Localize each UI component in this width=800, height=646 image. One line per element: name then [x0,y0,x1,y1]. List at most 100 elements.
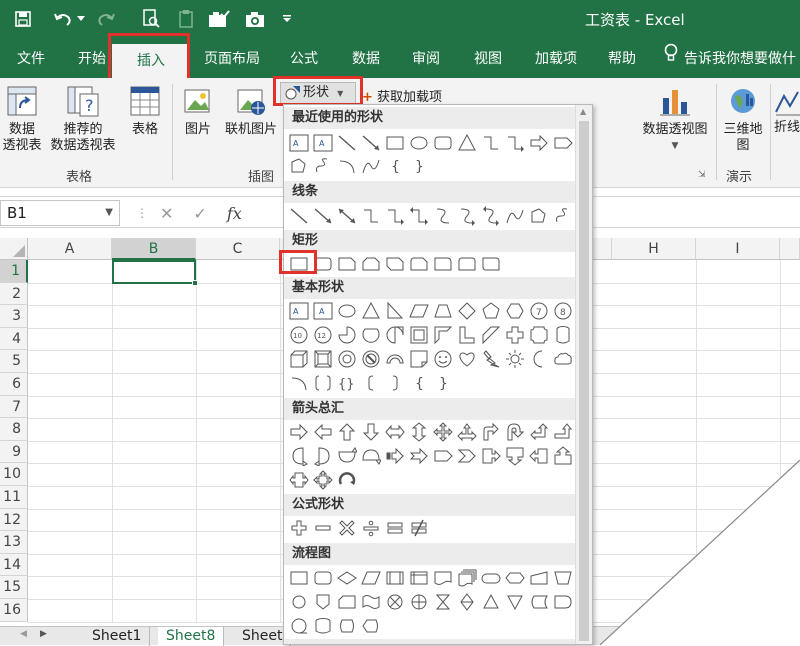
chord-shape-icon[interactable] [360,324,382,346]
name-box[interactable]: B1 ▼ [0,200,120,226]
flowchart-stored-data-shape-icon[interactable] [528,591,550,613]
row-header[interactable]: 4 [0,327,28,351]
curved-right-arrow-shape-icon[interactable] [288,445,310,467]
cancel-icon[interactable]: ✕ [160,204,173,223]
parallelogram-shape-icon[interactable] [408,300,430,322]
row-header[interactable]: 3 [0,305,28,328]
trapezoid-shape-icon[interactable] [432,300,454,322]
flowchart-multidocument-shape-icon[interactable] [456,567,478,589]
curve-shape-icon[interactable] [504,205,526,227]
right-triangle-shape-icon[interactable] [384,300,406,322]
column-header[interactable]: C [196,238,280,260]
left-bracket-shape-icon[interactable] [360,372,382,394]
name-box-dropdown-icon[interactable]: ▼ [105,201,113,225]
double-arrow-line-shape-icon[interactable] [336,205,358,227]
elbow-double-arrow-shape-icon[interactable] [408,205,430,227]
equal-shape-icon[interactable] [384,517,406,539]
left-right-up-arrow-shape-icon[interactable] [456,421,478,443]
tab-formulas[interactable]: 公式 [282,40,326,78]
rounded-rect-shape-icon[interactable] [312,253,334,275]
oval-shape-icon[interactable] [336,300,358,322]
tab-review[interactable]: 审阅 [404,40,448,78]
flowchart-direct-access-shape-icon[interactable] [336,615,358,637]
flowchart-sort-shape-icon[interactable] [456,591,478,613]
multiply-shape-icon[interactable] [336,517,358,539]
left-brace-shape-icon[interactable]: { [384,155,406,177]
elbow-connector-shape-icon[interactable] [480,132,502,154]
column-header[interactable] [780,238,800,260]
pentagon-arrow-shape-icon[interactable] [552,132,574,154]
u-turn-arrow-shape-icon[interactable] [504,421,526,443]
pivot-table-button[interactable]: 数据 透视表 [0,84,44,154]
active-cell-b1[interactable] [112,260,198,286]
vertical-textbox-shape-icon[interactable]: A [312,132,334,154]
sparkline-button[interactable]: 折线 [774,84,800,136]
flowchart-or-shape-icon[interactable] [408,591,430,613]
arc-shape-icon[interactable] [336,155,358,177]
column-header[interactable]: B [112,238,196,260]
enter-icon[interactable]: ✓ [193,204,206,223]
plaque-shape-icon[interactable] [528,324,550,346]
pentagon-shape-icon[interactable] [480,300,502,322]
curved-down-arrow-shape-icon[interactable] [360,445,382,467]
curve-shape-icon[interactable] [360,155,382,177]
flowchart-display-shape-icon[interactable] [360,615,382,637]
camera-check-icon[interactable] [208,8,230,30]
quad-arrow-shape-icon[interactable] [432,421,454,443]
flowchart-connector-shape-icon[interactable] [288,591,310,613]
column-header[interactable]: I [696,238,780,260]
sheet-tab-active[interactable]: Sheet8 [158,627,225,646]
hexagon-shape-icon[interactable] [504,300,526,322]
flowchart-data-shape-icon[interactable] [360,567,382,589]
sun-shape-icon[interactable] [504,348,526,370]
cloud-shape-icon[interactable] [552,348,574,370]
l-shape-icon[interactable] [456,324,478,346]
up-down-arrow-shape-icon[interactable] [408,421,430,443]
tab-data[interactable]: 数据 [344,40,388,78]
plus-shape-icon[interactable] [288,517,310,539]
freeform-shape-icon[interactable] [528,205,550,227]
scrollbar-thumb[interactable] [579,121,589,641]
chevron-shape-icon[interactable] [456,445,478,467]
ribbon-launcher-icon[interactable]: ⇲ [698,170,706,180]
print-preview-icon[interactable] [140,8,162,30]
flowchart-summing-junction-shape-icon[interactable] [384,591,406,613]
divide-shape-icon[interactable] [360,517,382,539]
curved-left-arrow-shape-icon[interactable] [312,445,334,467]
flowchart-offpage-connector-shape-icon[interactable] [312,591,334,613]
row-header[interactable]: 6 [0,373,28,396]
pentagon-arrow-shape-icon[interactable] [432,445,454,467]
right-arrow-shape-icon[interactable] [288,421,310,443]
sheet-prev-icon[interactable]: ◀ [20,629,27,639]
arc-shape-icon[interactable] [288,372,310,394]
row-header[interactable]: 14 [0,553,28,577]
frame-shape-icon[interactable] [408,324,430,346]
redo-icon[interactable] [95,8,117,30]
oval-shape-icon[interactable] [408,132,430,154]
tab-help[interactable]: 帮助 [600,40,644,78]
right-arrow-shape-icon[interactable] [528,132,550,154]
scribble-shape-icon[interactable] [552,205,574,227]
flowchart-predefined-process-shape-icon[interactable] [384,567,406,589]
row-header[interactable]: 15 [0,576,28,599]
flowchart-punched-tape-shape-icon[interactable] [360,591,382,613]
flowchart-alternate-process-shape-icon[interactable] [312,567,334,589]
flowchart-card-shape-icon[interactable] [336,591,358,613]
flowchart-terminator-shape-icon[interactable] [480,567,502,589]
up-arrow-callout-shape-icon[interactable] [552,445,574,467]
row-header[interactable]: 9 [0,440,28,464]
save-icon[interactable] [12,8,34,30]
round-single-corner-rect-shape-icon[interactable] [432,253,454,275]
diamond-shape-icon[interactable] [456,300,478,322]
curved-connector-shape-icon[interactable] [432,205,454,227]
select-all-corner[interactable] [0,238,28,260]
row-header[interactable]: 1 [0,260,28,283]
left-up-arrow-shape-icon[interactable] [528,421,550,443]
no-symbol-shape-icon[interactable] [360,348,382,370]
tab-insert[interactable]: 插入 [112,44,190,78]
block-arc-shape-icon[interactable] [384,348,406,370]
row-header[interactable]: 5 [0,350,28,373]
circular-arrow-shape-icon[interactable] [336,469,358,491]
freeform-shape-icon[interactable] [288,155,310,177]
row-header[interactable]: 11 [0,486,28,509]
